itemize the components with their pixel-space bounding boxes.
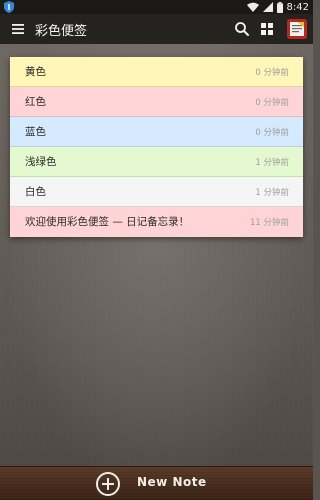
note-text: 浅绿色: [25, 156, 57, 168]
hamburger-menu-icon[interactable]: [11, 22, 25, 36]
note-item[interactable]: 蓝色 0 分钟前: [10, 117, 303, 147]
battery-icon: [276, 1, 283, 13]
note-time: 11 分钟前: [249, 218, 289, 228]
note-text: 白色: [25, 186, 46, 198]
note-time: 0 分钟前: [255, 98, 289, 108]
clock: 8:42: [286, 1, 309, 13]
note-item[interactable]: 白色 1 分钟前: [10, 177, 303, 207]
note-text: 欢迎使用彩色便签 — 日记备忘录！: [25, 216, 190, 228]
new-note-bar[interactable]: New Note: [0, 466, 313, 500]
search-icon[interactable]: [234, 21, 250, 37]
shield-icon: [4, 1, 14, 13]
note-text: 蓝色: [25, 126, 46, 138]
notes-list: 黄色 0 分钟前 红色 0 分钟前 蓝色 0 分钟前 浅绿色 1 分钟前 白色 …: [10, 57, 303, 237]
grid-view-icon[interactable]: [260, 22, 274, 36]
wifi-icon: [246, 2, 259, 12]
app-toolbar: 彩色便签: [0, 14, 313, 44]
app-icon[interactable]: [287, 19, 307, 39]
signal-icon: [262, 2, 273, 12]
note-item[interactable]: 黄色 0 分钟前: [10, 57, 303, 87]
new-note-button[interactable]: New Note: [137, 475, 207, 489]
note-time: 0 分钟前: [255, 128, 289, 138]
note-text: 黄色: [25, 66, 46, 78]
note-time: 1 分钟前: [255, 188, 289, 198]
note-time: 1 分钟前: [255, 158, 289, 168]
note-item[interactable]: 红色 0 分钟前: [10, 87, 303, 117]
status-icons: 8:42: [246, 0, 309, 14]
note-item[interactable]: 欢迎使用彩色便签 — 日记备忘录！ 11 分钟前: [10, 207, 303, 237]
status-bar: 8:42: [0, 0, 313, 14]
note-item[interactable]: 浅绿色 1 分钟前: [10, 147, 303, 177]
page-title: 彩色便签: [35, 24, 88, 39]
note-text: 红色: [25, 96, 46, 108]
plus-circle-icon[interactable]: [96, 472, 120, 496]
note-time: 0 分钟前: [255, 68, 289, 78]
